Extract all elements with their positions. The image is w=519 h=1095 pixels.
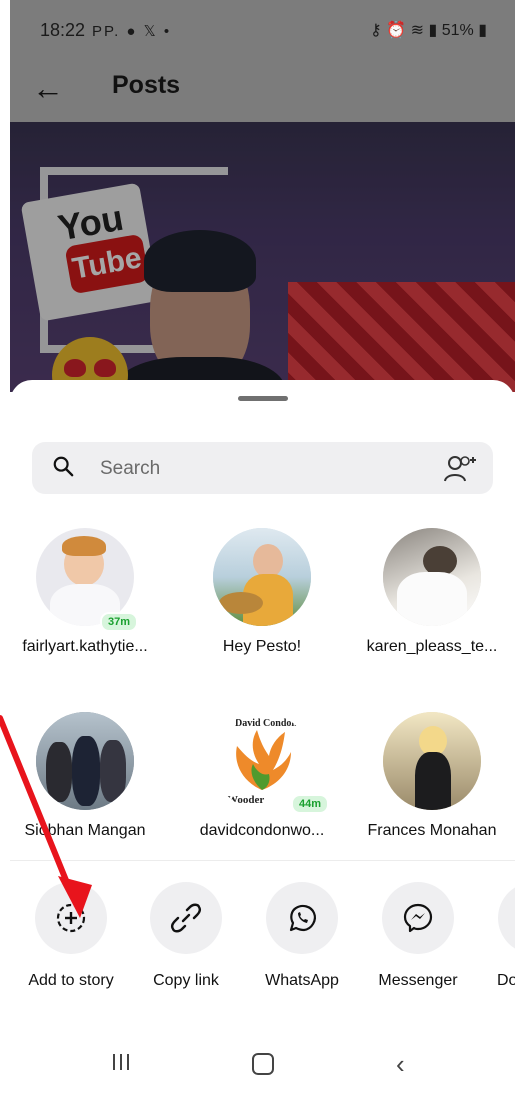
logo-text-top: David Condon xyxy=(235,718,297,729)
divider xyxy=(10,860,515,861)
contact-name: karen_pleass_te... xyxy=(366,638,498,655)
status-right-icons: ⚷ ⏰ ≋ ▮ 51% ▮ xyxy=(370,20,487,40)
home-icon[interactable] xyxy=(252,1053,274,1075)
contact-name: Hey Pesto! xyxy=(222,638,302,655)
search-icon xyxy=(53,456,74,477)
messenger-icon xyxy=(403,903,433,933)
signal-icon: ▮ xyxy=(428,22,438,39)
status-time: 18:22 xyxy=(40,20,86,40)
battery-level: 51% xyxy=(441,22,474,39)
contact-name: Siobhan Mangan xyxy=(24,822,146,839)
recent-apps-icon[interactable] xyxy=(110,1051,132,1073)
contact-frances-monahan[interactable]: Frances Monahan xyxy=(357,712,507,840)
contact-davidcondon[interactable]: David Condon Wooder 44m davidcondonwo... xyxy=(187,712,337,840)
page-title: Posts xyxy=(112,71,181,99)
action-circle xyxy=(150,882,222,954)
link-icon xyxy=(170,903,202,933)
active-badge: 37m xyxy=(100,612,139,632)
action-label: WhatsApp xyxy=(265,972,339,989)
whatsapp-icon xyxy=(289,904,316,932)
avatar xyxy=(383,528,481,626)
download-button[interactable]: Do xyxy=(479,882,515,990)
action-label: Copy link xyxy=(153,972,219,989)
drag-handle[interactable] xyxy=(238,396,288,401)
post-image: You Tube xyxy=(10,122,515,392)
youtube-wall xyxy=(288,282,515,392)
search-bar[interactable] xyxy=(32,442,493,494)
messenger-button[interactable]: Messenger xyxy=(363,882,473,990)
logo-text-bottom: Wooder xyxy=(227,794,265,806)
alarm-icon: ⏰ xyxy=(386,22,407,39)
contact-name: fairlyart.kathytie... xyxy=(22,638,148,655)
avatar xyxy=(36,712,134,810)
status-bar: 18:22 PP. ● 𝕏 • ⚷ ⏰ ≋ ▮ 51% ▮ xyxy=(10,0,515,62)
contact-hey-pesto[interactable]: Hey Pesto! xyxy=(187,528,337,656)
add-story-icon xyxy=(56,903,86,933)
key-icon: ⚷ xyxy=(370,22,382,39)
copy-link-button[interactable]: Copy link xyxy=(131,882,241,990)
wifi-icon: ≋ xyxy=(410,22,424,39)
action-circle xyxy=(382,882,454,954)
action-label: Messenger xyxy=(378,972,458,989)
contact-karen-pleass[interactable]: karen_pleass_te... xyxy=(357,528,507,656)
contact-siobhan-mangan[interactable]: Siobhan Mangan xyxy=(10,712,160,840)
add-people-icon[interactable] xyxy=(443,454,477,482)
whatsapp-button[interactable]: WhatsApp xyxy=(247,882,357,990)
action-circle xyxy=(498,882,515,954)
person-hair xyxy=(144,230,256,292)
action-label: Add to story xyxy=(28,972,114,989)
share-sheet: 37m fairlyart.kathytie... Hey Pesto! kar… xyxy=(10,380,515,1095)
avatar xyxy=(213,528,311,626)
add-to-story-button[interactable]: Add to story xyxy=(16,882,126,990)
notification-icons: PP. ● 𝕏 • xyxy=(92,23,172,40)
contact-name: davidcondonwo... xyxy=(199,822,325,839)
action-circle xyxy=(35,882,107,954)
search-input[interactable] xyxy=(98,452,432,486)
avatar xyxy=(383,712,481,810)
contact-name: Frances Monahan xyxy=(367,822,497,839)
back-icon[interactable]: ‹ xyxy=(396,1049,405,1080)
app-bar: ← Posts xyxy=(10,62,515,122)
system-nav-bar: ‹ xyxy=(10,1045,515,1085)
action-circle xyxy=(266,882,338,954)
action-label: Do xyxy=(497,972,515,989)
battery-icon: ▮ xyxy=(478,22,487,39)
back-arrow-icon[interactable]: ← xyxy=(32,70,64,107)
active-badge: 44m xyxy=(291,794,330,814)
screen: 18:22 PP. ● 𝕏 • ⚷ ⏰ ≋ ▮ 51% ▮ ← Posts Yo… xyxy=(10,0,515,1095)
contact-fairlyart[interactable]: 37m fairlyart.kathytie... xyxy=(10,528,160,656)
